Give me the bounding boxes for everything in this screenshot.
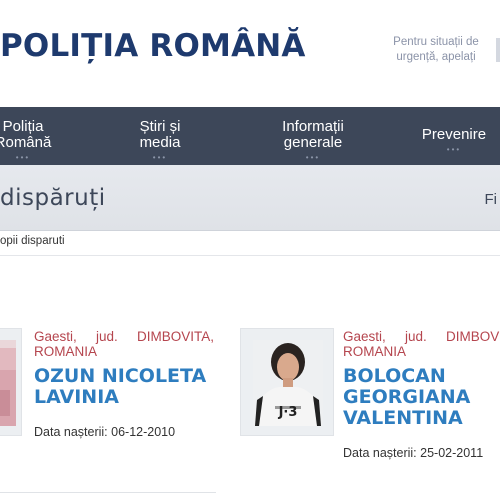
nav-item-label: Poliția Română [0, 118, 52, 151]
main-navigation: Poliția Română ••• Știri și media ••• In… [0, 107, 500, 165]
child-photo-image: J·3 [253, 340, 323, 426]
divider [0, 255, 500, 256]
nav-item-stiri-si-media[interactable]: Știri și media ••• [128, 119, 192, 162]
child-photo-image [0, 340, 16, 426]
filter-button[interactable]: Fi [485, 191, 498, 208]
nav-item-label: Prevenire [421, 126, 487, 143]
page-title: dispăruți [0, 185, 106, 211]
nav-item-prevenire[interactable]: Prevenire ••• [412, 127, 496, 154]
child-name-link[interactable]: BOLOCAN GEORGIANA VALENTINA [343, 366, 493, 429]
nav-item-label: Informații generale [282, 118, 344, 151]
location-line: Gaesti, jud. DIMBOVITA, [34, 329, 214, 344]
nav-item-politia-romana[interactable]: Poliția Română ••• [0, 119, 54, 162]
child-photo[interactable] [0, 340, 16, 426]
birthdate-value: 06-12-2010 [111, 425, 176, 439]
nav-item-informatii-generale[interactable]: Informații generale ••• [268, 119, 358, 162]
divider [0, 492, 216, 493]
location-country: ROMANIA [34, 344, 98, 359]
child-location: Gaesti, jud. DIMBOVITA, ROMANIA [34, 329, 214, 359]
shirt-print: J·3 [278, 405, 298, 420]
child-photo[interactable]: J·3 [253, 340, 323, 426]
nav-dots-icon: ••• [305, 153, 321, 162]
location-line: Gaesti, jud. DIMBOVITA, [343, 329, 500, 344]
location-country: ROMANIA [343, 344, 407, 359]
site-title[interactable]: POLIȚIA ROMÂNĂ [0, 28, 306, 64]
emergency-contact-text: Pentru situații de urgență, apelați [393, 36, 479, 63]
emergency-number-badge [496, 38, 500, 62]
nav-dots-icon: ••• [15, 153, 31, 162]
child-name-link[interactable]: OZUN NICOLETA LAVINIA [34, 366, 214, 408]
nav-item-label: Știri și media [139, 118, 181, 151]
breadcrumb[interactable]: opii disparuti [0, 235, 65, 247]
child-location: Gaesti, jud. DIMBOVITA, ROMANIA [343, 329, 500, 359]
child-birthdate: Data nașterii: 25-02-2011 [343, 446, 483, 460]
nav-dots-icon: ••• [446, 145, 462, 154]
birthdate-value: 25-02-2011 [420, 446, 484, 460]
nav-dots-icon: ••• [152, 153, 168, 162]
child-birthdate: Data nașterii: 06-12-2010 [34, 425, 175, 439]
birthdate-label: Data nașterii: [343, 446, 417, 460]
birthdate-label: Data nașterii: [34, 425, 108, 439]
